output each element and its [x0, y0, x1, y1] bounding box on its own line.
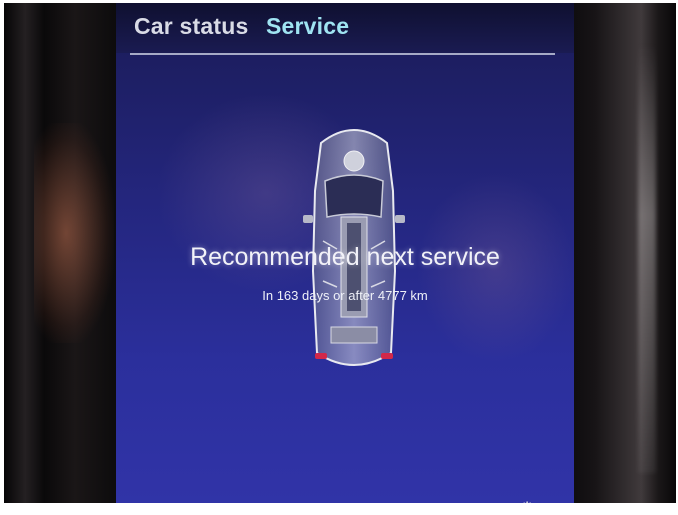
- tab-car-status[interactable]: Car status: [134, 13, 248, 40]
- tab-underline: [130, 53, 555, 55]
- service-detail: In 163 days or after 4777 km: [262, 288, 428, 303]
- bezel-glare: [638, 43, 656, 473]
- right-bezel: [560, 3, 676, 513]
- tab-bar: Car status Service: [116, 3, 574, 53]
- tab-service[interactable]: Service: [266, 13, 349, 40]
- photo-frame: Car status Service Recommended next serv…: [4, 3, 676, 513]
- service-title: Recommended next service: [190, 243, 500, 271]
- hand-reflection: [34, 123, 114, 343]
- image-border: [0, 503, 678, 515]
- infotainment-screen: Car status Service Recommended next serv…: [116, 3, 574, 513]
